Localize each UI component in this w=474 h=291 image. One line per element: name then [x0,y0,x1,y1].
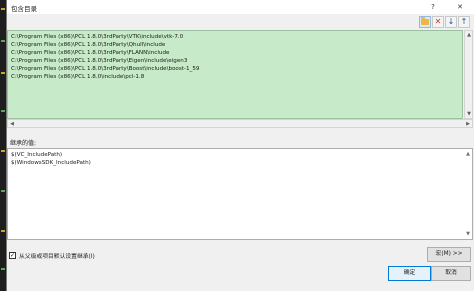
move-up-button[interactable]: ↑ [458,16,470,28]
vertical-scrollbar[interactable]: ▲ ▼ [464,30,473,119]
scroll-left-icon[interactable]: ◀ [9,121,15,127]
include-directories-dialog: 包含目录 ? ✕ ✕ ↓ ↑ C:\Program Files (x86)\PC… [6,0,474,291]
include-path-line[interactable]: C:\Program Files (x86)\PCL 1.8.0\3rdPart… [11,57,459,65]
scroll-down-icon[interactable]: ▼ [466,231,470,237]
inherit-checkbox-label: 从父级或项目默认设置继承(I) [19,254,95,260]
scroll-up-icon[interactable]: ▲ [466,151,470,157]
include-path-line[interactable]: C:\Program Files (x86)\PCL 1.8.0\3rdPart… [11,65,459,73]
inherited-values-label: 继承的值: [10,140,37,147]
include-path-line[interactable]: C:\Program Files (x86)\PCL 1.8.0\include… [11,73,459,81]
arrow-down-icon: ↓ [447,17,455,26]
arrow-up-icon: ↑ [460,17,468,26]
delete-icon: ✕ [434,17,442,26]
checkbox-checked-icon[interactable]: ✓ [9,252,16,259]
folder-icon [421,17,429,25]
macros-button[interactable]: 宏(M) >> [427,247,471,262]
include-path-line[interactable]: C:\Program Files (x86)\PCL 1.8.0\3rdPart… [11,41,459,49]
title-bar: 包含目录 ? ✕ [7,0,474,14]
delete-line-button[interactable]: ✕ [432,16,444,28]
include-path-line[interactable]: C:\Program Files (x86)\PCL 1.8.0\3rdPart… [11,49,459,57]
scroll-down-icon[interactable]: ▼ [466,111,472,117]
cancel-button[interactable]: 取消 [431,266,471,281]
close-button[interactable]: ✕ [453,2,467,12]
horizontal-scrollbar[interactable]: ◀ ▶ [7,119,473,128]
dialog-title: 包含目录 [11,5,37,13]
ok-button[interactable]: 确定 [388,266,431,281]
include-path-line[interactable]: C:\Program Files (x86)\PCL 1.8.0\3rdPart… [11,33,459,41]
inherit-from-parent-checkbox[interactable]: ✓ 从父级或项目默认设置继承(I) [9,251,95,260]
inherited-values-list: $(VC_IncludePath) $(WindowsSDK_IncludePa… [7,148,473,240]
path-list-toolbar: ✕ ↓ ↑ [419,16,470,29]
new-line-button[interactable] [419,16,431,28]
inherited-value: $(VC_IncludePath) [11,152,63,158]
inherited-value: $(WindowsSDK_IncludePath) [11,160,91,166]
include-paths-editor[interactable]: C:\Program Files (x86)\PCL 1.8.0\3rdPart… [7,30,463,119]
move-down-button[interactable]: ↓ [445,16,457,28]
scroll-up-icon[interactable]: ▲ [466,32,472,38]
scroll-right-icon[interactable]: ▶ [465,121,471,127]
help-button[interactable]: ? [427,2,439,12]
